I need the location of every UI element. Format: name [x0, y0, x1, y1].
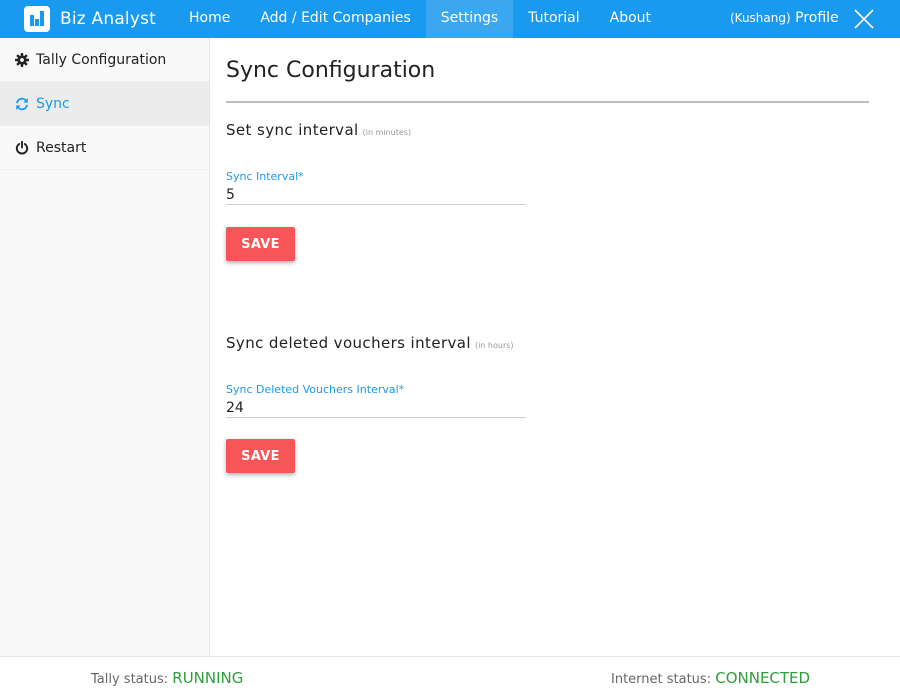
sidebar: Tally Configuration Sync Restart: [0, 38, 210, 656]
top-nav-bar: Biz Analyst Home Add / Edit Companies Se…: [0, 0, 900, 38]
tally-status-value: RUNNING: [172, 669, 244, 687]
internet-status: Internet status: CONNECTED: [611, 669, 810, 687]
sidebar-item-sync[interactable]: Sync: [0, 82, 209, 126]
sidebar-item-restart[interactable]: Restart: [0, 126, 209, 170]
save-sync-interval-button[interactable]: SAVE: [226, 227, 295, 261]
internet-status-value: CONNECTED: [715, 669, 811, 687]
nav-item-settings[interactable]: Settings: [425, 0, 514, 38]
sync-interval-label: Sync Interval*: [226, 170, 304, 183]
profile-link[interactable]: (Kushang) Profile: [730, 0, 839, 38]
nav-item-tutorial[interactable]: Tutorial: [513, 0, 594, 38]
gear-icon: [15, 53, 29, 67]
close-icon[interactable]: [852, 7, 876, 31]
section-unit: (in hours): [474, 341, 514, 350]
status-footer: Tally status: RUNNING Internet status: C…: [0, 656, 900, 700]
nav-item-about[interactable]: About: [595, 0, 666, 38]
section-title-sync-interval: Set sync interval (in minutes): [226, 121, 411, 139]
tally-status-label: Tally status:: [91, 672, 169, 687]
brand[interactable]: Biz Analyst: [24, 6, 156, 32]
save-deleted-vouchers-interval-button[interactable]: SAVE: [226, 439, 295, 473]
title-divider: [226, 101, 869, 103]
refresh-icon: [16, 97, 28, 111]
page-title: Sync Configuration: [226, 58, 436, 83]
sidebar-item-label: Restart: [36, 140, 87, 156]
nav-item-add-edit-companies[interactable]: Add / Edit Companies: [245, 0, 425, 38]
profile-username: (Kushang): [730, 11, 791, 25]
profile-label: Profile: [795, 10, 839, 26]
sidebar-item-label: Tally Configuration: [36, 52, 167, 68]
sidebar-item-label: Sync: [36, 96, 70, 112]
bar-chart-icon: [24, 6, 50, 32]
section-title-text: Sync deleted vouchers interval: [226, 334, 471, 352]
section-unit: (in minutes): [362, 128, 412, 137]
power-icon: [15, 141, 29, 155]
brand-name: Biz Analyst: [60, 9, 157, 29]
deleted-vouchers-interval-input[interactable]: [226, 398, 526, 418]
deleted-vouchers-interval-label: Sync Deleted Vouchers Interval*: [226, 383, 405, 396]
main-nav: Home Add / Edit Companies Settings Tutor…: [174, 0, 666, 38]
tally-status: Tally status: RUNNING: [91, 669, 243, 687]
section-title-deleted-vouchers-interval: Sync deleted vouchers interval (in hours): [226, 334, 514, 352]
nav-item-home[interactable]: Home: [174, 0, 245, 38]
internet-status-label: Internet status:: [611, 672, 712, 687]
sidebar-item-tally-configuration[interactable]: Tally Configuration: [0, 38, 209, 82]
sync-interval-input[interactable]: [226, 185, 526, 205]
section-title-text: Set sync interval: [226, 121, 359, 139]
